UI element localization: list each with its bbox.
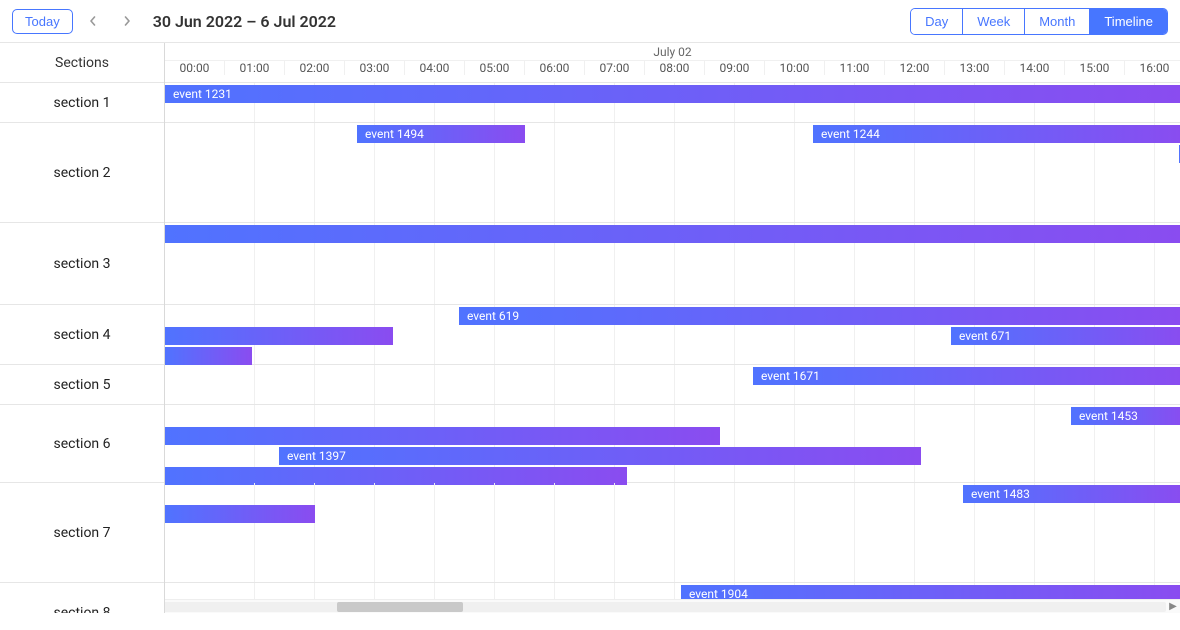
hour-label: 05:00 <box>465 61 525 75</box>
section-label: section 3 <box>0 223 164 305</box>
scroll-right-icon[interactable]: ▶ <box>1166 601 1180 612</box>
hour-label: 11:00 <box>825 61 885 75</box>
view-day-button[interactable]: Day <box>911 9 963 34</box>
event-bar[interactable] <box>165 225 1180 243</box>
event-bar[interactable]: event 1904 <box>681 585 1180 599</box>
section-label: section 7 <box>0 483 164 583</box>
event-bar[interactable]: event 671 <box>951 327 1180 345</box>
date-range-label: 30 Jun 2022 – 6 Jul 2022 <box>153 12 336 31</box>
date-header: July 02 <box>165 43 1180 61</box>
hour-label: 15:00 <box>1065 61 1125 75</box>
event-bar[interactable]: event 619 <box>459 307 1180 325</box>
date-label: July 02 <box>653 43 691 61</box>
timeline-row: event 1671 <box>165 365 1180 405</box>
hour-label: 03:00 <box>345 61 405 75</box>
event-bar[interactable]: event 1453 <box>1071 407 1180 425</box>
section-label: section 1 <box>0 83 164 123</box>
timeline-row: event 1453 event 1397 <box>165 405 1180 483</box>
section-label: section 8 <box>0 583 164 613</box>
scrollbar-track[interactable] <box>14 602 1166 612</box>
chevron-right-icon <box>122 16 132 26</box>
hour-label: 12:00 <box>885 61 945 75</box>
toolbar-left: Today 30 Jun 2022 – 6 Jul 2022 <box>12 7 336 35</box>
hour-label: 02:00 <box>285 61 345 75</box>
timeline-container: Sections section 1section 2section 3sect… <box>0 43 1180 613</box>
view-timeline-button[interactable]: Timeline <box>1090 9 1167 34</box>
hour-label: 04:00 <box>405 61 465 75</box>
event-bar[interactable] <box>165 327 393 345</box>
event-bar[interactable] <box>165 505 315 523</box>
event-bar[interactable]: event 1494 <box>357 125 525 143</box>
view-switcher: Day Week Month Timeline <box>910 8 1168 35</box>
hour-label: 06:00 <box>525 61 585 75</box>
section-label: section 2 <box>0 123 164 223</box>
timeline-row: event 619 event 671 <box>165 305 1180 365</box>
timeline-grid[interactable]: July 02 00:0001:0002:0003:0004:0005:0006… <box>165 43 1180 599</box>
view-month-button[interactable]: Month <box>1025 9 1090 34</box>
scrollbar-thumb[interactable] <box>337 602 464 612</box>
today-button[interactable]: Today <box>12 9 73 34</box>
timeline-row: event 1494event 1244event 923 <box>165 123 1180 223</box>
event-bar[interactable]: event 1483 <box>963 485 1180 503</box>
hour-label: 01:00 <box>225 61 285 75</box>
hour-label: 00:00 <box>165 61 225 75</box>
sidebar-header: Sections <box>0 43 164 83</box>
hours-header: 00:0001:0002:0003:0004:0005:0006:0007:00… <box>165 61 1180 83</box>
event-bar[interactable]: event 1231 <box>165 85 1180 103</box>
hour-label: 09:00 <box>705 61 765 75</box>
event-bar[interactable] <box>165 427 720 445</box>
hour-label: 13:00 <box>945 61 1005 75</box>
hour-label: 16:00 <box>1125 61 1180 75</box>
event-bar[interactable]: event 1397 <box>279 447 921 465</box>
prev-button[interactable] <box>79 7 107 35</box>
horizontal-scrollbar[interactable]: ◀ ▶ <box>0 599 1180 613</box>
event-bar[interactable]: event 1244 <box>813 125 1180 143</box>
event-bar[interactable] <box>165 347 252 365</box>
hour-label: 14:00 <box>1005 61 1065 75</box>
section-label: section 6 <box>0 405 164 483</box>
timeline-row: event 1904event 383 <box>165 583 1180 599</box>
toolbar: Today 30 Jun 2022 – 6 Jul 2022 Day Week … <box>0 0 1180 42</box>
view-week-button[interactable]: Week <box>963 9 1025 34</box>
hour-label: 08:00 <box>645 61 705 75</box>
sections-sidebar: Sections section 1section 2section 3sect… <box>0 43 165 613</box>
timeline-row: event 1231 <box>165 83 1180 123</box>
section-label: section 5 <box>0 365 164 405</box>
event-bar[interactable]: event 1671 <box>753 367 1180 385</box>
chevron-left-icon <box>88 16 98 26</box>
hour-label: 07:00 <box>585 61 645 75</box>
section-label: section 4 <box>0 305 164 365</box>
timeline-row: event 1483 <box>165 483 1180 583</box>
hour-label: 10:00 <box>765 61 825 75</box>
timeline-row <box>165 223 1180 305</box>
next-button[interactable] <box>113 7 141 35</box>
